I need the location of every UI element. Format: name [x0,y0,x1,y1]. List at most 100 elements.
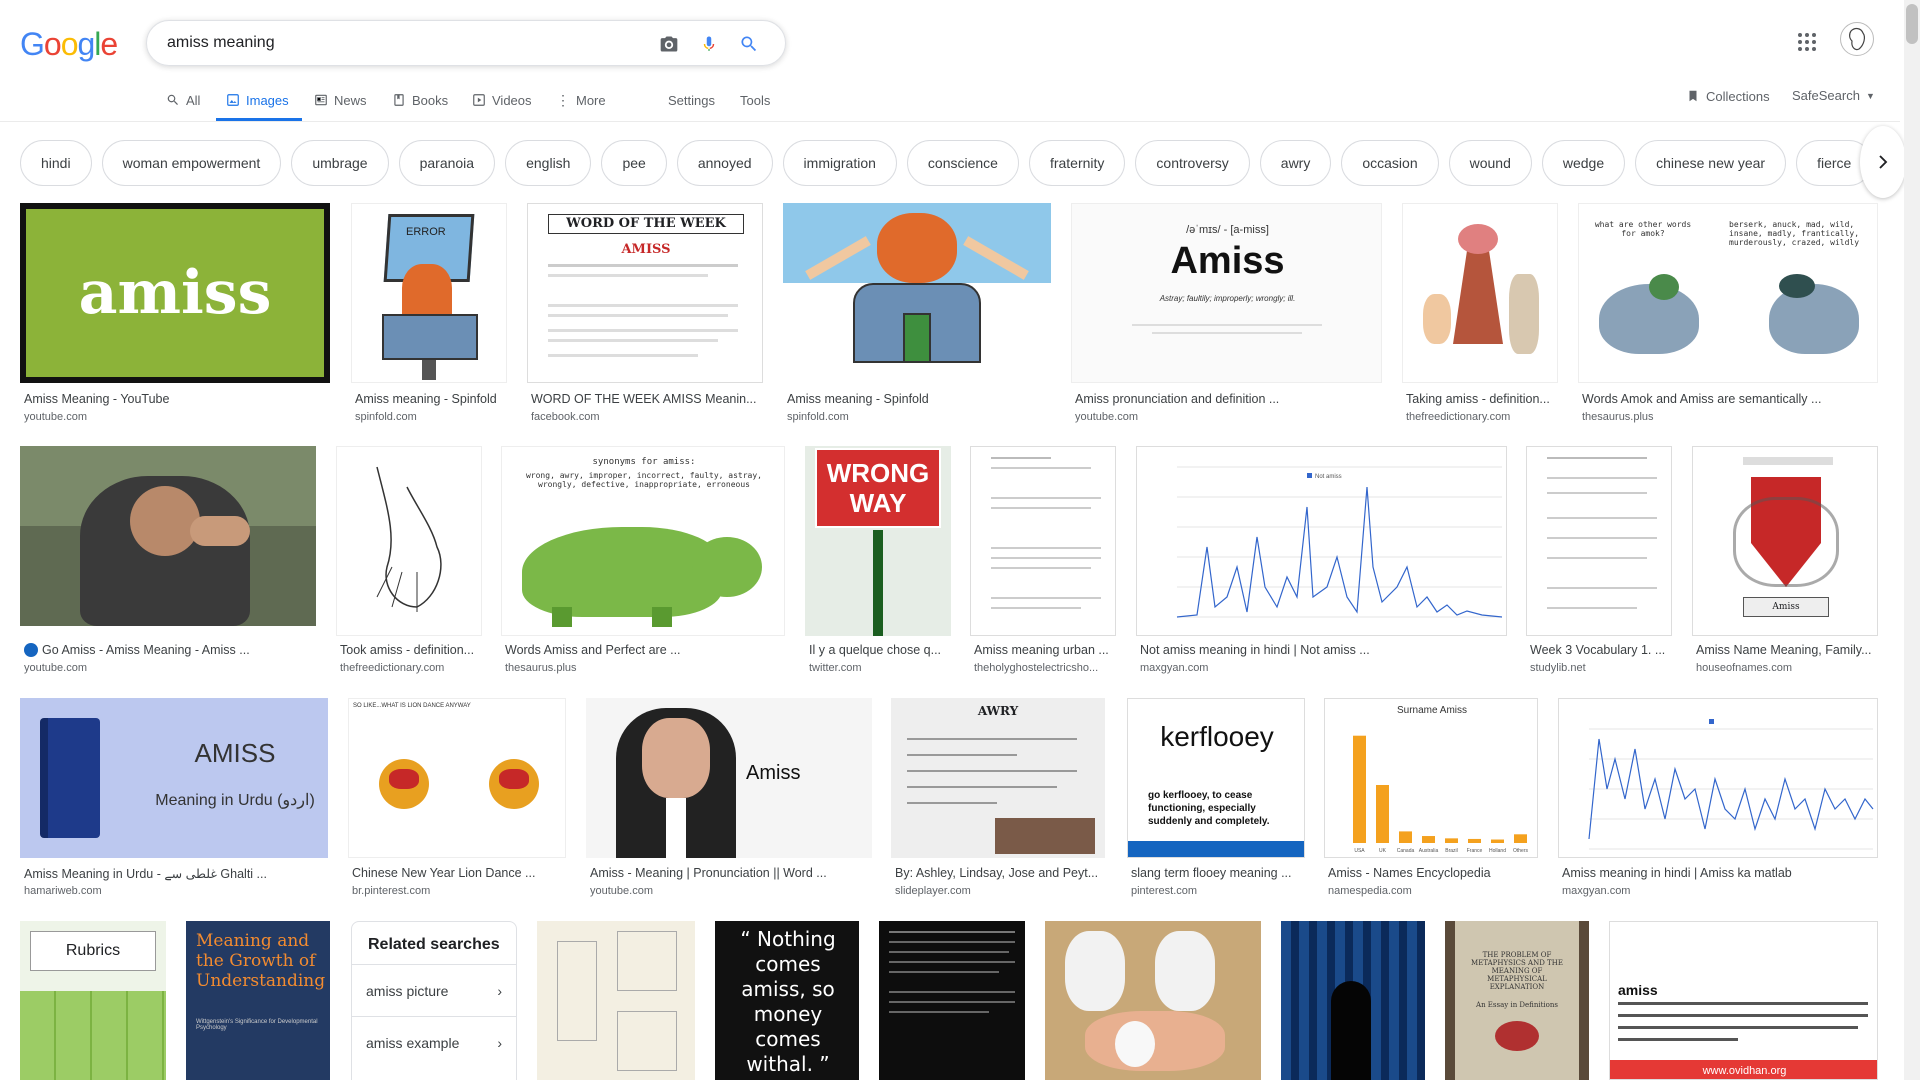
image-result[interactable]: Amiss Amiss - Meaning | Pronunciation ||… [586,698,872,904]
collections-link[interactable]: Collections [1686,88,1770,104]
result-thumbnail[interactable]: synonyms for amiss: wrong, awry, imprope… [501,446,785,636]
result-title[interactable]: Go Amiss - Amiss Meaning - Amiss ... [24,643,314,657]
result-thumbnail[interactable] [783,203,1051,383]
result-title[interactable]: By: Ashley, Lindsay, Jose and Peyt... [895,866,1105,880]
result-site[interactable]: maxgyan.com [1562,885,1630,897]
result-title[interactable]: WORD OF THE WEEK AMISS Meanin... [531,392,761,406]
result-thumbnail[interactable]: /əˈmɪs/ - [a-miss] Amiss Astray; faultil… [1071,203,1382,383]
result-site[interactable]: maxgyan.com [1140,662,1208,674]
result-site[interactable]: youtube.com [24,411,87,423]
result-site[interactable]: youtube.com [24,662,87,674]
result-thumbnail[interactable] [1402,203,1558,383]
image-result[interactable]: WORD OF THE WEEK AMISS WORD OF THE WEEK … [527,203,763,429]
result-site[interactable]: spinfold.com [787,411,849,423]
tab-news[interactable]: News [314,88,367,112]
result-thumbnail[interactable]: Rubrics [20,921,166,1080]
related-chip[interactable]: woman empowerment [101,140,282,186]
result-title[interactable]: Amiss meaning - Spinfold [787,392,1047,406]
related-chip[interactable]: umbrage [291,140,389,186]
tab-videos[interactable]: Videos [472,88,532,112]
image-result[interactable]: Took amiss - definition... thefreedictio… [336,446,482,680]
result-thumbnail[interactable]: AMISS Meaning in Urdu (اردو) [20,698,328,858]
image-result[interactable]: Amiss meaning - Spinfold spinfold.com [783,203,1051,429]
related-search-item[interactable]: amiss picture › [352,964,516,1016]
result-title[interactable]: Amiss - Names Encyclopedia [1328,866,1538,880]
image-result[interactable]: AMISS Meaning in Urdu (اردو) Amiss Meani… [20,698,328,904]
result-title[interactable]: Not amiss meaning in hindi | Not amiss .… [1140,643,1505,657]
image-result[interactable] [1281,921,1425,1080]
image-result[interactable]: Meaning and the Growth of Understanding … [186,921,330,1080]
result-site[interactable]: namespedia.com [1328,885,1412,897]
tab-books[interactable]: Books [392,88,448,112]
image-result[interactable] [879,921,1025,1080]
image-result[interactable]: synonyms for amiss: wrong, awry, imprope… [501,446,785,680]
result-site[interactable]: hamariweb.com [24,885,102,897]
result-thumbnail[interactable]: Amiss [1692,446,1878,636]
related-chip[interactable]: conscience [906,140,1019,186]
result-thumbnail[interactable] [1558,698,1878,858]
tools-link[interactable]: Tools [740,88,770,112]
result-site[interactable]: pinterest.com [1131,885,1197,897]
related-chip[interactable]: chinese new year [1635,140,1787,186]
result-title[interactable]: Week 3 Vocabulary 1. ... [1530,643,1670,657]
image-result[interactable]: /əˈmɪs/ - [a-miss] Amiss Astray; faultil… [1071,203,1382,429]
result-thumbnail[interactable]: amiss www.ovidhan.org [1609,921,1878,1080]
result-thumbnail[interactable] [1526,446,1672,636]
related-chip[interactable]: pee [601,140,667,186]
related-chip[interactable]: controversy [1135,140,1250,186]
result-title[interactable]: Amiss - Meaning | Pronunciation || Word … [590,866,870,880]
result-site[interactable]: facebook.com [531,411,599,423]
result-thumbnail[interactable]: Amiss [586,698,872,858]
image-result[interactable] [1045,921,1261,1080]
related-chip[interactable]: annoyed [676,140,773,186]
result-thumbnail[interactable]: ERROR [351,203,507,383]
tab-images[interactable]: Images [226,88,289,112]
result-site[interactable]: br.pinterest.com [352,885,430,897]
result-thumbnail[interactable]: WRONG WAY [805,446,951,636]
search-box[interactable] [146,20,786,66]
result-site[interactable]: slideplayer.com [895,885,971,897]
related-chip[interactable]: immigration [782,140,897,186]
result-thumbnail[interactable] [537,921,695,1080]
result-title[interactable]: slang term flooey meaning ... [1131,866,1305,880]
image-result[interactable]: amiss www.ovidhan.org [1609,921,1878,1080]
result-thumbnail[interactable]: kerflooey go kerflooey, to cease functio… [1127,698,1305,858]
chips-next-button[interactable] [1860,126,1906,198]
result-site[interactable]: spinfold.com [355,411,417,423]
image-result[interactable]: WRONG WAY Il y a quelque chose q... twit… [805,446,951,680]
scrollbar-thumb[interactable] [1906,4,1918,44]
settings-link[interactable]: Settings [668,88,715,112]
scrollbar[interactable] [1904,0,1920,1080]
image-result[interactable]: what are other words for amok? berserk, … [1578,203,1878,429]
avatar[interactable] [1840,22,1874,56]
result-site[interactable]: houseofnames.com [1696,662,1792,674]
image-result[interactable]: amiss Amiss Meaning - YouTube youtube.co… [20,203,330,429]
tab-all[interactable]: All [166,88,200,112]
image-result[interactable]: Rubrics [20,921,166,1080]
image-result[interactable]: AWRY By: Ashley, Lindsay, Jose and Peyt.… [891,698,1105,904]
apps-grid-icon[interactable] [1795,30,1819,54]
image-result[interactable]: SO LIKE...WHAT IS LION DANCE ANYWAY Chin… [348,698,566,904]
result-site[interactable]: thefreedictionary.com [1406,411,1510,423]
result-thumbnail[interactable]: SO LIKE...WHAT IS LION DANCE ANYWAY [348,698,566,858]
result-thumbnail[interactable]: THE PROBLEM OF METAPHYSICS AND THE MEANI… [1445,921,1589,1080]
image-result[interactable]: Week 3 Vocabulary 1. ... studylib.net [1526,446,1672,680]
image-result[interactable]: Surname Amiss USA UK Canada Australia Brazil F… [1324,698,1538,904]
result-title[interactable]: Amiss Name Meaning, Family... [1696,643,1876,657]
result-thumbnail[interactable] [879,921,1025,1080]
result-site[interactable]: studylib.net [1530,662,1586,674]
result-site[interactable]: youtube.com [590,885,653,897]
image-result[interactable] [537,921,695,1080]
result-thumbnail[interactable] [20,446,316,626]
related-search-item[interactable]: amiss example › [352,1016,516,1068]
result-thumbnail[interactable]: Meaning and the Growth of Understanding … [186,921,330,1080]
image-result[interactable]: Go Amiss - Amiss Meaning - Amiss ... you… [20,446,316,680]
image-result[interactable]: Amiss meaning in hindi | Amiss ka matlab… [1558,698,1878,904]
search-icon[interactable] [737,32,761,56]
related-chip[interactable]: wedge [1541,140,1626,186]
search-input[interactable] [167,21,647,65]
image-result[interactable]: Amiss meaning urban ... theholyghostelec… [970,446,1116,680]
related-chip[interactable]: english [505,140,592,186]
result-thumbnail[interactable] [336,446,482,636]
result-title[interactable]: Chinese New Year Lion Dance ... [352,866,562,880]
